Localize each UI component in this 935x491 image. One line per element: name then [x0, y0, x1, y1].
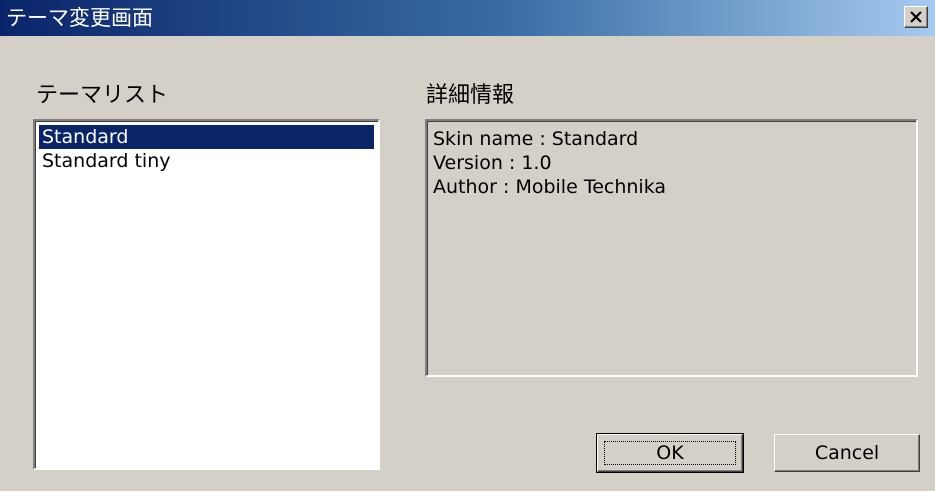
cancel-button[interactable]: Cancel: [774, 434, 920, 472]
theme-change-dialog: テーマ変更画面 テーマリスト 詳細情報 Standard Standard ti…: [0, 0, 935, 491]
focus-rect: [604, 441, 736, 465]
detail-version: Version : 1.0: [433, 152, 552, 174]
theme-listbox[interactable]: Standard Standard tiny: [33, 119, 380, 470]
close-icon: [910, 11, 922, 23]
title-bar[interactable]: テーマ変更画面: [0, 0, 935, 36]
cancel-button-label: Cancel: [814, 442, 880, 464]
list-item-standard-tiny[interactable]: Standard tiny: [39, 149, 374, 173]
details-textbox: Skin name : Standard Version : 1.0 Autho…: [425, 119, 918, 377]
window-title: テーマ変更画面: [6, 6, 153, 30]
theme-list-label: テーマリスト: [36, 83, 169, 108]
ok-button[interactable]: OK: [596, 433, 744, 473]
details-label: 詳細情報: [426, 83, 515, 108]
list-item-standard[interactable]: Standard: [39, 125, 374, 149]
detail-author: Author : Mobile Technika: [433, 176, 667, 198]
close-button[interactable]: [904, 6, 928, 28]
detail-skin-name: Skin name : Standard: [433, 128, 639, 150]
